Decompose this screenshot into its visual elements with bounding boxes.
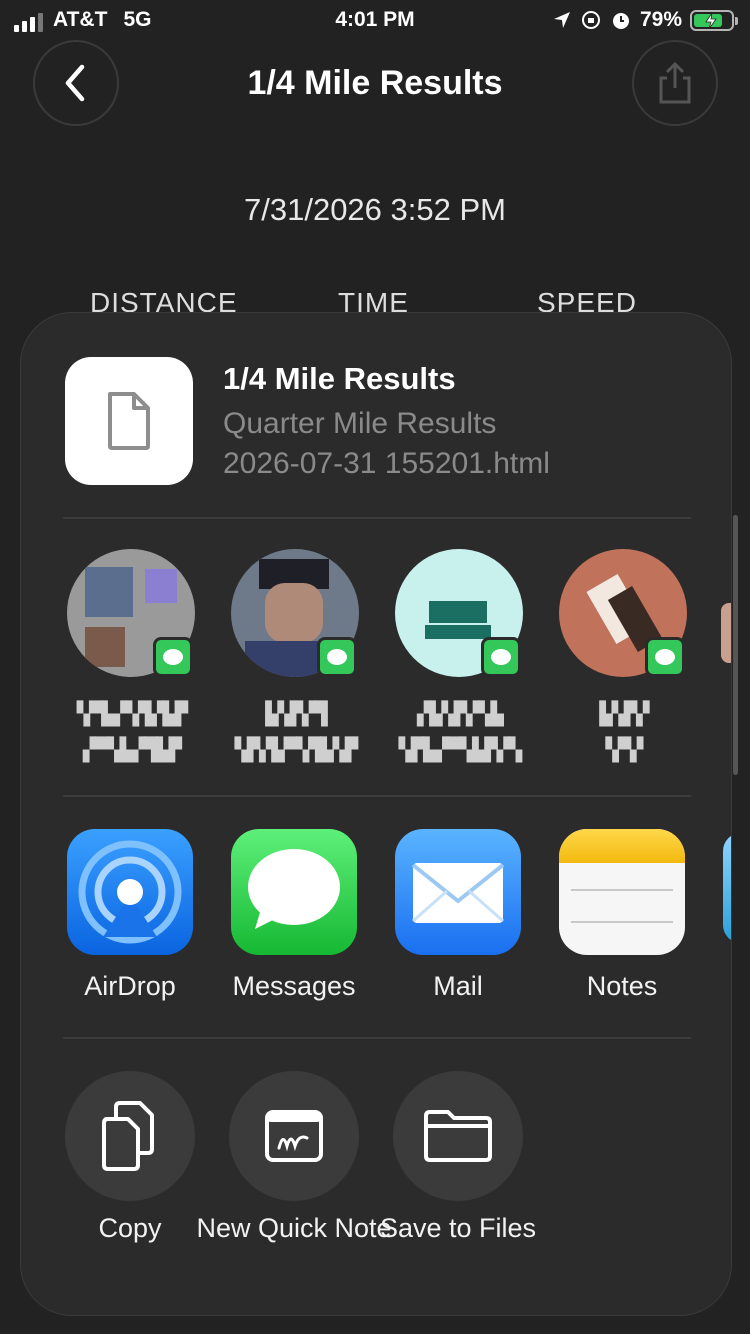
scrollbar[interactable] [733, 515, 738, 775]
notes-icon [559, 829, 685, 955]
share-button[interactable] [632, 40, 718, 126]
copy-icon [102, 1101, 154, 1171]
result-date: 7/31/2026 3:52 PM [244, 192, 506, 227]
orientation-lock-icon [581, 11, 600, 29]
contact-suggestion[interactable]: ▙▚▛▞▜ ▚▛▞▙▀▚▜▙▚▛ [231, 549, 361, 779]
quick-note-icon [265, 1110, 323, 1162]
messages-badge-icon [481, 637, 521, 677]
contact-name-line1: ▙▚▛▞ [599, 702, 650, 727]
file-subtitle-line1: Quarter Mile Results [223, 407, 497, 440]
mail-icon [395, 829, 521, 955]
share-app-mail[interactable]: Mail [395, 829, 525, 1001]
action-label: Save to Files [379, 1213, 537, 1243]
share-app-messages[interactable]: Messages [231, 829, 361, 1001]
contact-name-line2: ▚▛▞▙▀▚▜▙▚▛ [234, 738, 358, 763]
file-title: 1/4 Mile Results [223, 361, 456, 396]
messages-badge-icon [153, 637, 193, 677]
contact-name-line1: ▙▚▛▞▜ [265, 702, 327, 727]
status-bar: AT&T 5G 4:01 PM 79% [0, 0, 750, 40]
contact-name-line1: ▚▀▙▞▚▜▞▙▛ [76, 702, 188, 727]
divider [63, 517, 691, 519]
file-subtitle-line2: 2026-07-31 155201.html [223, 447, 550, 480]
new-quick-note-button[interactable]: New Quick Note [196, 1071, 392, 1243]
divider [63, 1037, 691, 1039]
contact-suggestion-partial[interactable] [721, 603, 731, 663]
divider [63, 795, 691, 797]
contact-name-line1: ▞▙▚▛▞▚▙ [417, 702, 504, 727]
file-preview [65, 357, 193, 485]
share-app-label: Notes [586, 971, 658, 1001]
contact-name-line2: ▚▀▞ [605, 738, 644, 763]
share-app-notes[interactable]: Notes [559, 829, 689, 1001]
messages-badge-icon [317, 637, 357, 677]
contact-name-line2: ▚▛▙▞▀▚▙▛▞▚ [398, 738, 522, 763]
folder-icon [424, 1110, 492, 1162]
airdrop-icon [67, 829, 193, 955]
messages-badge-icon [645, 637, 685, 677]
share-app-partial[interactable] [723, 833, 731, 943]
share-sheet: 1/4 Mile Results Quarter Mile Results 20… [20, 312, 732, 1316]
battery-icon [690, 9, 738, 31]
share-icon [659, 62, 691, 104]
save-to-files-button[interactable]: Save to Files [380, 1071, 536, 1243]
copy-button[interactable]: Copy [65, 1071, 195, 1243]
alarm-icon [612, 13, 629, 29]
contact-suggestion[interactable]: ▞▙▚▛▞▚▙ ▚▛▙▞▀▚▙▛▞▚ [395, 549, 525, 779]
contact-suggestion[interactable]: ▙▚▛▞ ▚▀▞ [559, 549, 689, 779]
contact-suggestion[interactable]: ▚▀▙▞▚▜▞▙▛ ▞▀▚▙▞▜▙▛ [67, 549, 197, 779]
battery-percent: 79% [639, 8, 682, 31]
document-icon [108, 392, 150, 450]
contact-name-line2: ▞▀▚▙▞▜▙▛ [83, 738, 182, 763]
messages-icon [231, 829, 357, 955]
location-icon [553, 12, 570, 28]
share-app-airdrop[interactable]: AirDrop [67, 829, 197, 1001]
